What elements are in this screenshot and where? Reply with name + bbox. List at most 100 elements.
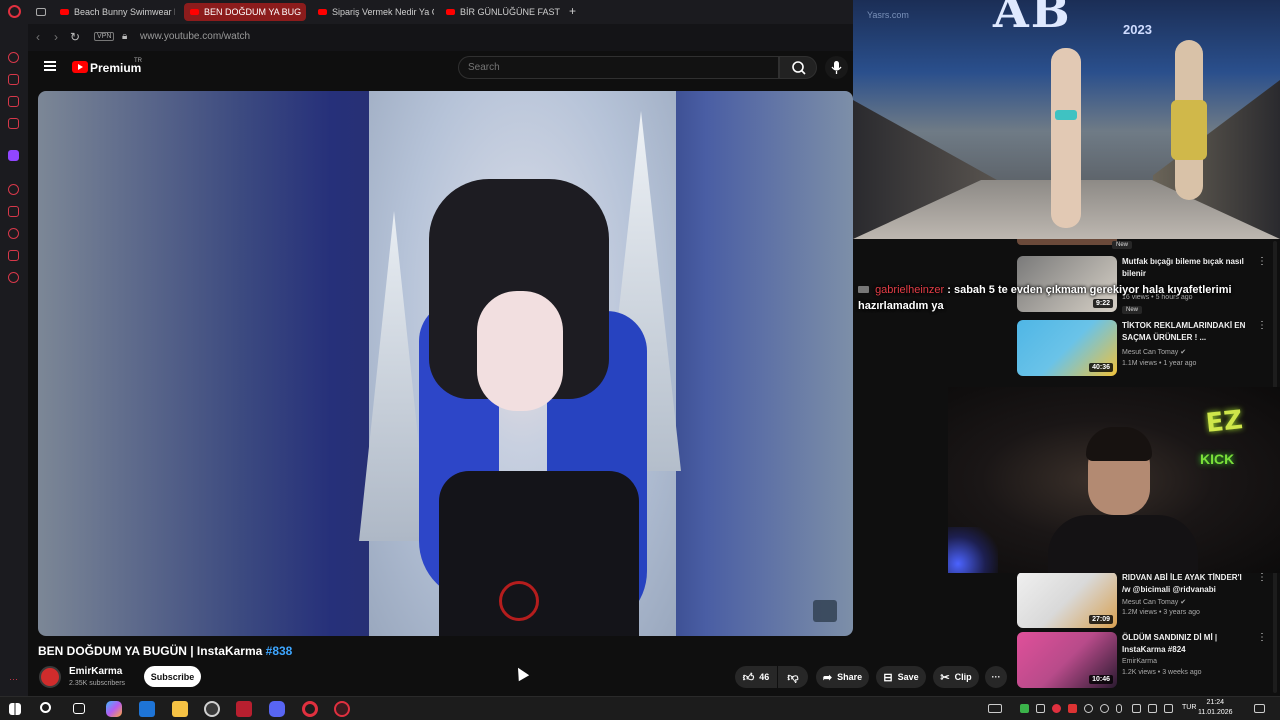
rec-channel[interactable]: EmirKarma [1122,658,1157,665]
cam-person-body [1048,515,1198,573]
more-actions-button[interactable]: ··· [985,666,1007,688]
channel-avatar[interactable] [39,666,61,688]
tab-label: BEN DOĞDUM YA BUG [204,7,302,17]
speed-dial-icon[interactable] [8,52,19,63]
aria-icon[interactable] [8,74,19,85]
rec-meta: 1.1M views • 1 year ago [1122,360,1197,367]
tab-fast-food[interactable]: BİR GÜNLÜĞÜNE FAST FC [446,3,560,21]
video-thumbnail[interactable]: 10:46 [1017,632,1117,688]
more-vert-icon[interactable]: ⋮ [1257,632,1267,643]
dislike-button[interactable]: 👎︎ [778,666,808,688]
scissors-icon: ✂ [940,671,950,684]
opera-gx-taskbar-icon[interactable] [334,701,350,717]
video-player[interactable] [38,91,853,636]
youtube-logo-icon[interactable] [72,61,88,73]
windows-taskbar: TUR 21:24 11.01.2026 [0,696,1280,720]
mouse-cursor-icon [512,664,530,682]
clip-button[interactable]: ✂ Clip [933,666,979,688]
more-sidebar-icon[interactable]: ··· [9,674,18,684]
menu-hamburger-icon[interactable] [44,61,56,71]
video-frame [359,91,681,636]
settings-gear-icon[interactable] [8,272,19,283]
country-code: TR [134,58,142,64]
chat-badge-icon [858,286,869,293]
rec-title[interactable]: RIDVAN ABİ İLE AYAK TİNDER'I /w @bicimal… [1122,572,1250,596]
forward-arrow-icon[interactable]: › [54,30,58,44]
search-input[interactable] [458,56,779,79]
microphone-tray-icon[interactable] [1116,704,1122,713]
more-vert-icon[interactable]: ⋮ [1257,256,1267,267]
rec-channel[interactable]: Mesut Can Tomay ✔ [1122,348,1186,356]
video-hashtag[interactable]: #838 [266,644,293,658]
youtube-favicon-icon [190,9,199,15]
save-button[interactable]: ⊟ Save [876,666,926,688]
tab-manager-icon[interactable] [36,8,46,16]
neon-sign-kick: KICK [1200,451,1235,467]
channel-name[interactable]: EmirKarma [69,666,122,677]
player-icon[interactable] [8,184,19,195]
notifications-icon[interactable] [1254,704,1265,713]
network-icon[interactable] [1148,704,1157,713]
volume-icon[interactable] [1164,704,1173,713]
more-vert-icon[interactable]: ⋮ [1257,320,1267,331]
instagram-icon[interactable] [8,118,19,129]
duration: 27:09 [1089,615,1113,624]
url-field[interactable]: www.youtube.com/watch [140,31,250,42]
bookmarks-icon[interactable] [8,206,19,217]
tray-icon-3[interactable] [1052,704,1061,713]
file-explorer-icon[interactable] [172,701,188,717]
tray-icon-1[interactable] [1020,704,1029,713]
video-thumbnail[interactable]: 40:36 [1017,320,1117,376]
reload-icon[interactable]: ↻ [70,30,80,44]
browser-sidebar: ··· [0,24,28,696]
windows-start-icon[interactable] [9,703,21,715]
language-indicator[interactable]: TUR [1182,704,1196,711]
video-thumbnail[interactable]: 27:09 [1017,572,1117,628]
opera-logo-icon[interactable] [8,5,21,18]
picture-in-picture-video[interactable]: Yasrs.com AB 2023 [853,0,1280,239]
rec-title[interactable]: TİKTOK REKLAMLARINDAKİ EN SAÇMA ÜRÜNLER … [1122,320,1250,344]
history-icon[interactable] [8,228,19,239]
subscribe-button[interactable]: Subscribe [144,666,201,687]
opera-taskbar-icon[interactable] [302,701,318,717]
clock[interactable]: 21:24 11.01.2026 [1198,698,1233,718]
tray-icon-2[interactable] [1036,704,1045,713]
chat-username: gabrielheinzer [875,284,945,296]
extensions-icon[interactable] [8,250,19,261]
like-button[interactable]: 👍︎ 46 [735,666,777,688]
back-arrow-icon[interactable]: ‹ [36,30,40,44]
tray-icon-7[interactable] [1132,704,1141,713]
task-view-icon[interactable] [73,703,85,714]
vpn-badge[interactable]: VPN [94,32,115,41]
lock-icon[interactable]: 🔒︎ [122,31,127,42]
tab-beach-bunny[interactable]: Beach Bunny Swimwear F [60,3,175,21]
twitch-icon[interactable] [8,150,19,161]
rec-title[interactable]: ÖLDÜM SANDINIZ Dİ Mİ | InstaKarma #824 [1122,632,1250,656]
partial-thumbnail[interactable] [1017,239,1117,245]
rec-channel[interactable]: Mesut Can Tomay ✔ [1122,598,1186,606]
share-button[interactable]: ➦ Share [816,666,869,688]
search-icon[interactable] [40,702,51,713]
rec-title[interactable]: Mutfak bıçağı bileme bıçak nasıl bilenir [1122,256,1250,280]
tab-ben-dogdum[interactable]: BEN DOĞDUM YA BUG [184,3,306,21]
tray-icon-5[interactable] [1084,704,1093,713]
tab-siparis[interactable]: Sipariş Vermek Nedir Ya C [318,3,434,21]
tray-icon-6[interactable] [1100,704,1109,713]
tray-icon-4[interactable] [1068,704,1077,713]
search-button[interactable] [779,56,817,79]
discord-icon[interactable] [269,701,285,717]
keyboard-icon[interactable] [988,704,1002,713]
youtube-header: Premium TR [28,51,853,85]
app-icon[interactable] [236,701,252,717]
copilot-icon[interactable] [106,701,122,717]
outlook-icon[interactable] [139,701,155,717]
youtube-favicon-icon [318,9,327,15]
messenger-icon[interactable] [8,96,19,107]
more-vert-icon[interactable]: ⋮ [1257,572,1267,583]
voice-search-button[interactable] [825,56,848,79]
channel-logo-mark-icon [499,581,539,621]
save-label: Save [897,672,919,682]
steam-icon[interactable] [204,701,220,717]
new-tab-button[interactable]: + [569,4,576,18]
bookmark-icon: ⊟ [883,671,893,684]
